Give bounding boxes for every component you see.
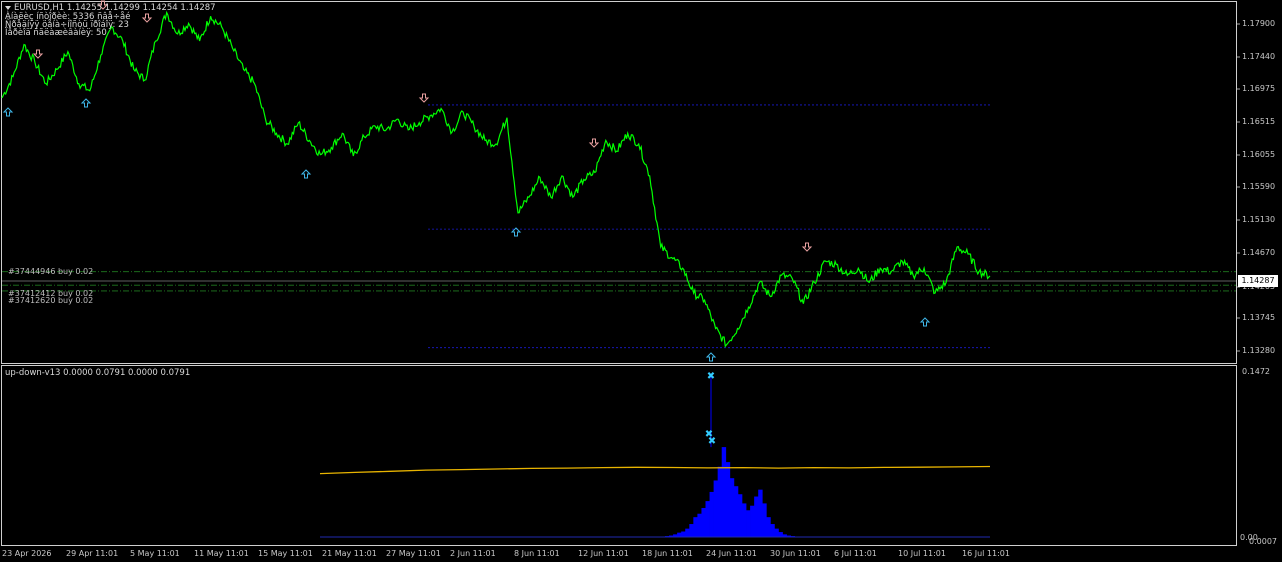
price-tick: 1.13745: [1242, 313, 1276, 322]
histogram-bar: [705, 501, 710, 537]
histogram-bar: [770, 524, 775, 537]
indicator-scale-bottom: 0.0007: [1249, 537, 1277, 546]
time-tick: 30 Jun 11:01: [770, 549, 821, 558]
time-tick: 12 Jun 11:01: [578, 549, 629, 558]
trade-label-1[interactable]: #37444946 buy 0.02: [8, 267, 93, 276]
time-tick: 21 May 11:01: [322, 549, 377, 558]
time-tick: 6 Jul 11:01: [834, 549, 877, 558]
histogram-bar: [689, 524, 694, 537]
time-tick: 15 May 11:01: [258, 549, 313, 558]
time-tick: 11 May 11:01: [194, 549, 249, 558]
histogram-bar: [701, 507, 706, 537]
time-tick: 23 Apr 2026: [2, 549, 52, 558]
histogram-bar: [721, 447, 727, 537]
price-tick: 1.15130: [1242, 215, 1276, 224]
histogram-bar: [741, 503, 747, 537]
price-tick: 1.17440: [1242, 52, 1276, 61]
time-tick: 2 Jun 11:01: [450, 549, 496, 558]
collapse-triangle-icon[interactable]: [5, 5, 11, 10]
current-price-label: 1.14287: [1238, 275, 1278, 287]
peak-marker-icon: ✖: [708, 436, 716, 447]
histogram-bar: [733, 486, 739, 537]
histogram-bar: [677, 532, 682, 537]
indicator-label: up-down-v13 0.0000 0.0791 0.0000 0.0791: [5, 368, 191, 378]
histogram-bar: [729, 478, 735, 537]
peak-marker-icon: ✖: [707, 371, 715, 382]
price-tick: 1.16055: [1242, 150, 1276, 159]
histogram-bar: [750, 505, 755, 537]
time-tick: 29 Apr 11:01: [66, 549, 119, 558]
histogram-bar: [746, 510, 751, 537]
indicator-scale-top: 0.1472: [1242, 367, 1270, 376]
price-tick: 1.14670: [1242, 248, 1276, 257]
histogram-bar: [709, 491, 714, 537]
histogram-bar: [717, 466, 723, 537]
price-tick: 1.16975: [1242, 84, 1276, 93]
price-tick: 1.17900: [1242, 19, 1276, 28]
trading-chart[interactable]: ✖✖✖: [0, 0, 1282, 562]
histogram-bar: [697, 513, 702, 537]
info-line-3: Ïåðèîä ñãëàæèâàíèÿ: 50: [5, 28, 107, 38]
time-tick: 10 Jul 11:01: [898, 549, 946, 558]
trade-label-3[interactable]: #37412620 buy 0.02: [8, 296, 93, 305]
price-tick: 1.13280: [1242, 346, 1276, 355]
time-tick: 24 Jun 11:01: [706, 549, 757, 558]
time-tick: 5 May 11:01: [130, 549, 180, 558]
time-tick: 18 Jun 11:01: [642, 549, 693, 558]
histogram-bar: [681, 531, 686, 537]
histogram-bar: [725, 462, 731, 537]
histogram-bar: [778, 532, 783, 537]
histogram-bar: [766, 517, 771, 537]
histogram-bar: [762, 503, 767, 537]
histogram-bar: [693, 517, 698, 537]
price-tick: 1.16515: [1242, 117, 1276, 126]
time-tick: 16 Jul 11:01: [962, 549, 1010, 558]
histogram-bar: [774, 528, 779, 537]
histogram-bar: [754, 496, 759, 537]
histogram-bar: [685, 528, 690, 537]
histogram-bar: [737, 494, 743, 537]
time-tick: 8 Jun 11:01: [514, 549, 560, 558]
histogram-bar: [758, 489, 763, 537]
time-tick: 27 May 11:01: [386, 549, 441, 558]
histogram-bar: [713, 480, 719, 537]
price-tick: 1.15590: [1242, 182, 1276, 191]
